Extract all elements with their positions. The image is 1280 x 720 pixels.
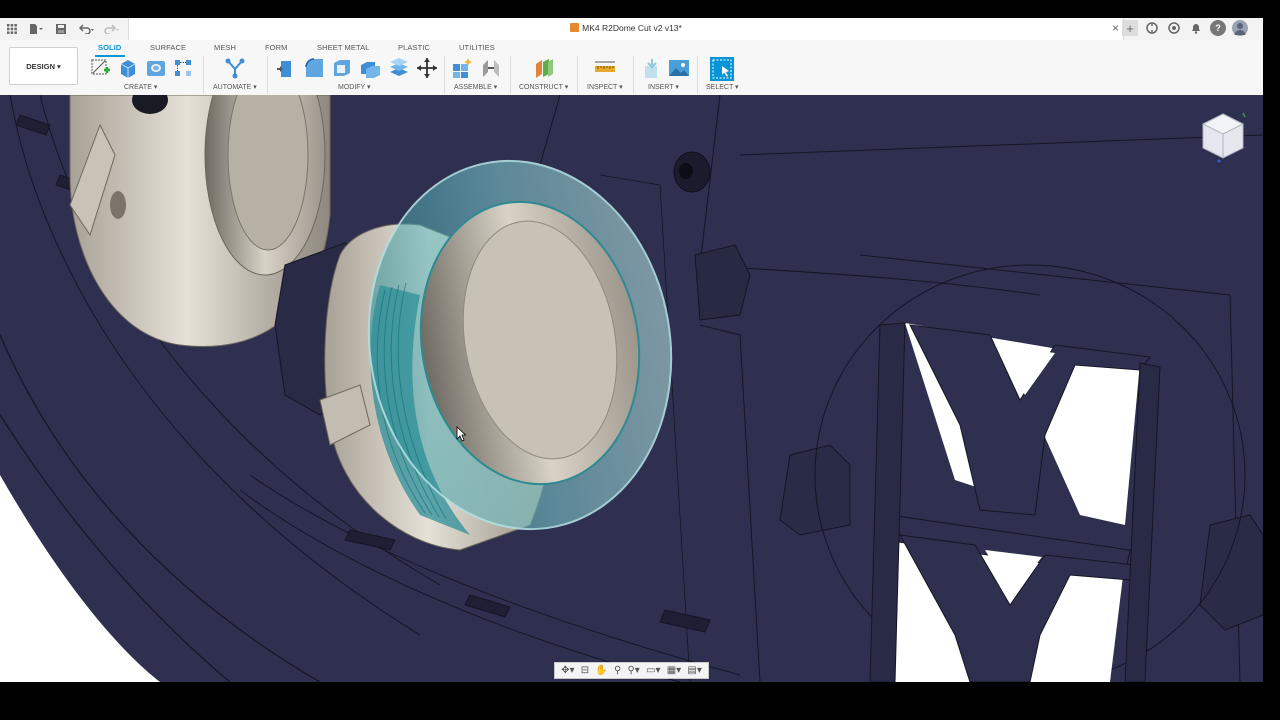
close-tab-icon[interactable]: × [1112, 21, 1119, 35]
offset-plane-icon[interactable] [533, 57, 555, 79]
ribbon-divider [697, 56, 698, 94]
workspace-switcher-button[interactable]: DESIGN ▾ [9, 47, 78, 85]
tab-mesh[interactable]: MESH [214, 43, 236, 52]
inspect-menu[interactable]: INSPECT ▾ [587, 83, 623, 91]
move-icon[interactable] [416, 57, 438, 79]
select-icon[interactable] [710, 57, 734, 81]
insert-image-icon[interactable] [668, 57, 690, 79]
extrude-icon[interactable] [117, 57, 139, 79]
undo-icon[interactable] [77, 21, 97, 37]
modify-menu[interactable]: MODIFY ▾ [338, 83, 371, 91]
notifications-icon[interactable] [1188, 20, 1204, 36]
document-tab[interactable]: MK4 R2Dome Cut v2 v13* × [128, 18, 1124, 40]
extensions-icon[interactable] [1144, 20, 1160, 36]
measure-icon[interactable] [594, 57, 616, 79]
canvas-viewport[interactable]: ✥▾ ⊟ ✋ ⚲ ⚲▾ ▭▾ ▦▾ ▤▾ [0, 95, 1263, 682]
job-status-icon[interactable] [1166, 20, 1182, 36]
automate-icon[interactable] [224, 57, 246, 79]
ribbon-divider [267, 56, 268, 94]
new-component-icon[interactable] [451, 57, 473, 79]
navigation-bar: ✥▾ ⊟ ✋ ⚲ ⚲▾ ▭▾ ▦▾ ▤▾ [554, 662, 709, 679]
display-settings-icon[interactable]: ▭▾ [646, 665, 660, 676]
fusion-app-window: MK4 R2Dome Cut v2 v13* × + ? DESIGN ▾ SO… [0, 18, 1263, 682]
ribbon-divider [577, 56, 578, 94]
ribbon-divider [633, 56, 634, 94]
construct-menu[interactable]: CONSTRUCT ▾ [519, 83, 568, 91]
select-menu[interactable]: SELECT ▾ [706, 83, 739, 91]
tab-form[interactable]: FORM [265, 43, 287, 52]
file-icon[interactable] [27, 21, 45, 37]
help-icon[interactable]: ? [1210, 20, 1226, 36]
look-at-icon[interactable]: ⊟ [581, 665, 589, 676]
ribbon-divider [444, 56, 445, 94]
view-cube[interactable] [1195, 108, 1251, 164]
ribbon-divider [203, 56, 204, 94]
tab-plastic[interactable]: PLASTIC [398, 43, 430, 52]
zoom-icon[interactable]: ⚲ [614, 665, 621, 676]
document-title: MK4 R2Dome Cut v2 v13* [582, 23, 682, 33]
tab-sheet-metal[interactable]: SHEET METAL [317, 43, 370, 52]
pattern-icon[interactable] [172, 57, 194, 79]
create-sketch-icon[interactable] [90, 57, 112, 79]
title-bar: MK4 R2Dome Cut v2 v13* × + ? [0, 18, 1263, 40]
joint-icon[interactable] [480, 57, 502, 79]
assemble-menu[interactable]: ASSEMBLE ▾ [454, 83, 497, 91]
orbit-icon[interactable]: ✥▾ [561, 665, 574, 676]
user-avatar-icon[interactable] [1232, 20, 1248, 36]
press-pull-icon[interactable] [275, 57, 297, 79]
insert-derive-icon[interactable] [641, 57, 663, 79]
automate-menu[interactable]: AUTOMATE ▾ [213, 83, 257, 91]
offset-face-icon[interactable] [388, 57, 410, 79]
grid-settings-icon[interactable]: ▦▾ [667, 665, 681, 676]
app-grid-icon[interactable] [5, 21, 19, 37]
combine-icon[interactable] [359, 57, 381, 79]
insert-menu[interactable]: INSERT ▾ [648, 83, 679, 91]
tab-solid[interactable]: SOLID [98, 43, 121, 52]
document-cube-icon [570, 23, 580, 32]
hole-icon[interactable] [145, 57, 167, 79]
tab-surface[interactable]: SURFACE [150, 43, 186, 52]
fit-icon[interactable]: ⚲▾ [627, 665, 639, 676]
tab-utilities[interactable]: UTILITIES [459, 43, 495, 52]
new-tab-icon[interactable]: + [1122, 20, 1138, 36]
pan-icon[interactable]: ✋ [595, 665, 607, 676]
shell-icon[interactable] [331, 57, 353, 79]
model-scene [0, 95, 1263, 682]
fillet-icon[interactable] [303, 57, 325, 79]
save-icon[interactable] [54, 21, 68, 37]
viewports-icon[interactable]: ▤▾ [687, 665, 701, 676]
create-menu[interactable]: CREATE ▾ [124, 83, 157, 91]
ribbon-divider [510, 56, 511, 94]
toolbar-ribbon: DESIGN ▾ SOLID SURFACE MESH FORM SHEET ME… [0, 40, 1263, 96]
mouse-cursor-icon [456, 426, 467, 447]
redo-icon[interactable] [102, 21, 122, 37]
